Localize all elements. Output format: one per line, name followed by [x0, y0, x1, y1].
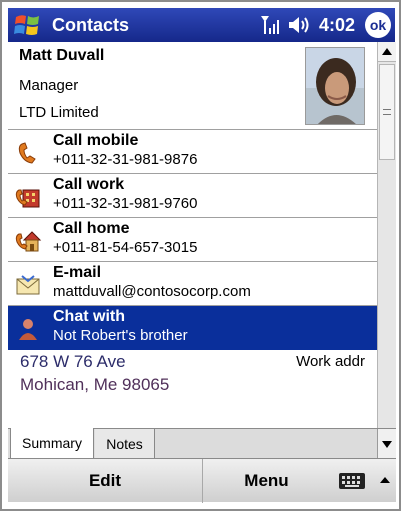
action-value: +011-32-31-981-9876 [53, 151, 198, 168]
call-work-row[interactable]: Call work +011-32-31-981-9760 [8, 174, 377, 218]
input-panel-arrow-icon[interactable] [378, 473, 392, 487]
clock[interactable]: 4:02 [319, 15, 355, 36]
call-mobile-row[interactable]: Call mobile +011-32-31-981-9876 [8, 130, 377, 174]
call-home-row[interactable]: Call home +011-81-54-657-3015 [8, 218, 377, 262]
vertical-scrollbar[interactable] [377, 42, 396, 428]
home-phone-icon [15, 231, 42, 252]
email-icon [16, 275, 40, 295]
action-label: Call work [53, 176, 125, 193]
grip-icon [383, 109, 391, 115]
work-address[interactable]: 678 W 76 Ave Mohican, Me 98065 Work addr [8, 350, 377, 410]
action-label: E-mail [53, 264, 102, 281]
action-value: Not Robert's brother [53, 327, 188, 344]
keyboard-icon[interactable] [338, 471, 366, 491]
action-label: Call home [53, 220, 130, 237]
chat-icon [19, 319, 37, 340]
title-bar: Contacts 4:02 ok [8, 8, 395, 42]
address-type-label: Work addr [296, 353, 365, 370]
address-line-2: Mohican, Me 98065 [20, 375, 170, 394]
volume-icon[interactable] [287, 14, 311, 36]
work-phone-icon [15, 189, 40, 208]
tab-notes[interactable]: Notes [95, 429, 155, 459]
menu-softkey[interactable]: Menu [204, 459, 329, 503]
contact-photo [305, 47, 365, 125]
action-value: +011-32-31-981-9760 [53, 195, 198, 212]
ok-button[interactable]: ok [365, 12, 391, 38]
email-row[interactable]: E-mail mattduvall@contosocorp.com [8, 262, 377, 306]
scroll-up-button[interactable] [378, 42, 396, 62]
action-value: mattduvall@contosocorp.com [53, 283, 251, 300]
tab-scroll-button[interactable] [377, 429, 396, 459]
contact-name: Matt Duvall [19, 47, 105, 64]
address-line-1: 678 W 76 Ave [20, 352, 126, 371]
softkey-bar: Edit Menu [8, 458, 396, 503]
action-label: Chat with [53, 308, 125, 325]
app-title: Contacts [52, 14, 130, 35]
tab-summary[interactable]: Summary [10, 428, 94, 459]
contact-summary: Matt Duvall Manager LTD Limited Call mob… [8, 42, 377, 428]
tab-bar: Summary Notes [8, 428, 396, 459]
action-value: +011-81-54-657-3015 [53, 239, 198, 256]
contact-header: Matt Duvall Manager LTD Limited [8, 42, 377, 130]
edit-softkey[interactable]: Edit [8, 459, 203, 503]
mobile-phone-icon [18, 142, 36, 164]
device-screen: Contacts 4:02 ok Matt Duvall Manager LTD… [0, 0, 401, 511]
arrow-up-icon [382, 48, 392, 55]
contact-title: Manager [19, 77, 79, 94]
arrow-down-icon [382, 440, 392, 448]
signal-strength-icon[interactable] [259, 14, 279, 36]
contact-company: LTD Limited [19, 104, 99, 121]
chat-with-row[interactable]: Chat with Not Robert's brother [8, 306, 377, 350]
scroll-thumb[interactable] [379, 64, 395, 160]
windows-flag-icon [14, 15, 39, 35]
action-label: Call mobile [53, 132, 139, 149]
start-button[interactable] [8, 8, 48, 42]
